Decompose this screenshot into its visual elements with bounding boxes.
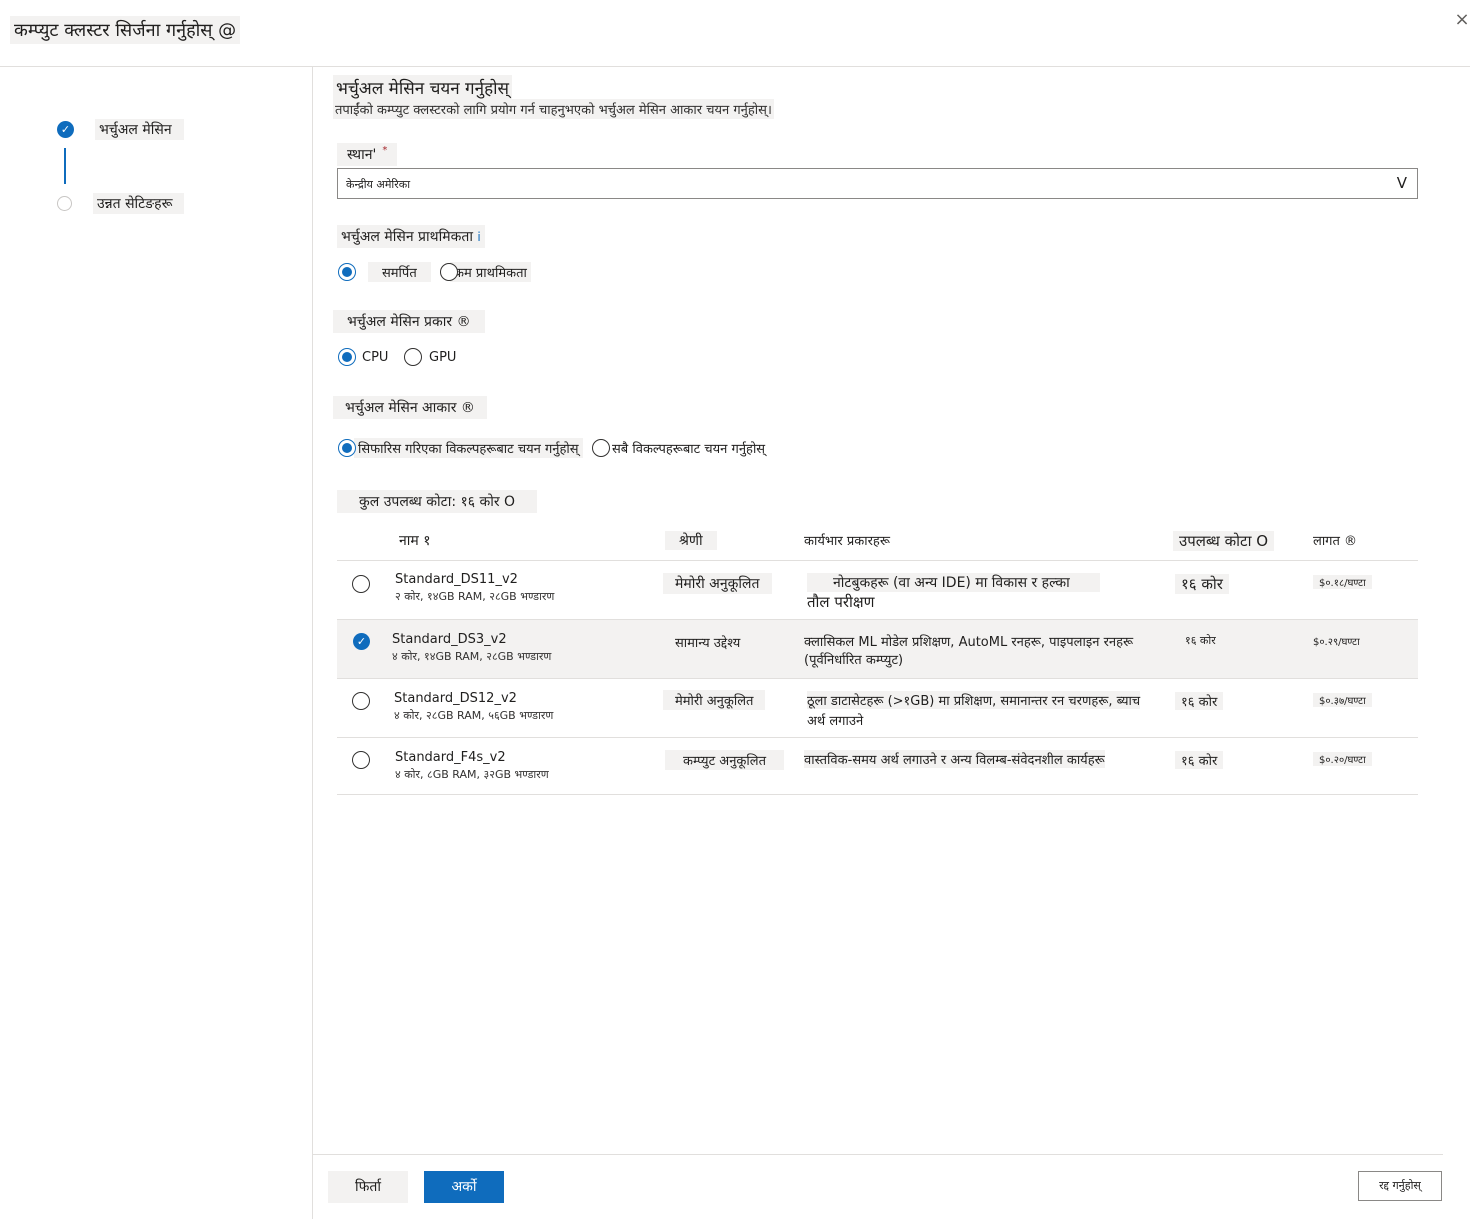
workload-line: वास्तविक-समय अर्थ लगाउने र अन्य विलम्ब-स… (804, 750, 1105, 768)
back-button[interactable]: फिर्ता (328, 1171, 408, 1203)
quota-cell: १६ कोर (1175, 574, 1229, 594)
vm-spec: ४ कोर, ८GB RAM, ३२GB भण्डारण (395, 768, 549, 781)
vm-category: मेमोरी अनुकूलित (663, 573, 772, 594)
dialog-footer: फिर्ता अर्को रद्द गर्नुहोस् (313, 1154, 1443, 1219)
col-header-name[interactable]: नाम १ (399, 531, 431, 550)
quota-cell: १६ कोर (1185, 634, 1216, 647)
vm-spec: २ कोर, १४GB RAM, २८GB भण्डारण (395, 590, 555, 603)
dialog-header: कम्प्युट क्लस्टर सिर्जना गर्नुहोस् @ × (0, 0, 1470, 67)
cost-cell: $०.३७/घण्टा (1313, 693, 1372, 707)
workload-line: तौल परीक्षण (807, 593, 875, 611)
col-header-quota[interactable]: उपलब्ध कोटा O (1173, 531, 1275, 551)
radio-label: CPU (362, 349, 389, 365)
row-radio[interactable] (352, 692, 370, 710)
total-quota: कुल उपलब्ध कोटा: १६ कोर O (337, 490, 538, 513)
workload-line: (पूर्वनिर्धारित कम्प्युट) (804, 653, 904, 668)
section-title: भर्चुअल मेसिन चयन गर्नुहोस् (333, 75, 512, 100)
col-header-workload[interactable]: कार्यभार प्रकारहरू (804, 531, 890, 549)
radio-label: कम प्राथमिकता (450, 262, 531, 282)
workload-line: क्लासिकल ML मोडेल प्रशिक्षण, AutoML रनहर… (804, 632, 1134, 650)
quota-cell: १६ कोर (1175, 692, 1224, 710)
vm-size-table: नाम १ श्रेणी कार्यभार प्रकारहरू उपलब्ध क… (337, 525, 1418, 795)
dialog-title: कम्प्युट क्लस्टर सिर्जना गर्नुहोस् @ (10, 16, 241, 44)
step-label: उन्नत सेटिङहरू (93, 193, 185, 214)
info-icon[interactable]: i (477, 230, 480, 244)
quota-cell: १६ कोर (1175, 751, 1224, 769)
vm-size-label: भर्चुअल मेसिन आकार ® (333, 396, 487, 419)
vm-size-recommended[interactable]: सिफारिस गरिएका विकल्पहरूबाट चयन गर्नुहोस… (338, 438, 583, 458)
priority-label-text: भर्चुअल मेसिन प्राथमिकता (341, 229, 473, 245)
chevron-down-icon: V (1396, 174, 1407, 192)
radio-label: GPU (429, 349, 457, 365)
cancel-button[interactable]: रद्द गर्नुहोस् (1358, 1171, 1442, 1201)
vm-type-gpu[interactable]: GPU (404, 348, 460, 366)
vm-size-all[interactable]: सबै विकल्पहरूबाट चयन गर्नुहोस् (592, 438, 769, 458)
row-radio[interactable] (352, 751, 370, 769)
vm-spec: ४ कोर, १४GB RAM, २८GB भण्डारण (392, 650, 552, 663)
vm-type-label: भर्चुअल मेसिन प्रकार ® (333, 310, 485, 333)
table-header: नाम १ श्रेणी कार्यभार प्रकारहरू उपलब्ध क… (337, 525, 1418, 561)
workload-cell: ठूला डाटासेटहरू (>१GB) मा प्रशिक्षण, समा… (807, 691, 1141, 729)
check-circle-icon: ✓ (57, 121, 74, 138)
radio-label: समर्पित (368, 262, 431, 282)
row-radio[interactable] (352, 575, 370, 593)
step-label: भर्चुअल मेसिन (95, 119, 184, 140)
workload-line: अर्थ लगाउने (807, 714, 864, 729)
next-button[interactable]: अर्को (424, 1171, 504, 1203)
col-header-category[interactable]: श्रेणी (665, 531, 717, 550)
cost-cell: $०.२०/घण्टा (1313, 752, 1372, 766)
radio-button[interactable] (440, 263, 458, 281)
vm-category: मेमोरी अनुकूलित (663, 690, 766, 710)
workload-line: ठूला डाटासेटहरू (>१GB) मा प्रशिक्षण, समा… (807, 691, 1141, 709)
vm-name-cell: Standard_DS3_v2 ४ कोर, १४GB RAM, २८GB भण… (392, 632, 551, 664)
section-subtitle: तपाईंको कम्प्युट क्लस्टरको लागि प्रयोग ग… (333, 99, 774, 119)
vm-category: सामान्य उद्देश्य (663, 632, 753, 652)
table-row-selected[interactable]: ✓ Standard_DS3_v2 ४ कोर, १४GB RAM, २८GB … (337, 620, 1418, 679)
table-row[interactable]: Standard_DS11_v2 २ कोर, १४GB RAM, २८GB भ… (337, 561, 1418, 620)
radio-label: सबै विकल्पहरूबाट चयन गर्नुहोस् (612, 442, 766, 457)
location-dropdown[interactable]: केन्द्रीय अमेरिका V (337, 168, 1418, 199)
vm-name-cell: Standard_F4s_v2 ४ कोर, ८GB RAM, ३२GB भण्… (395, 750, 549, 782)
vm-category: कम्प्युट अनुकूलित (665, 750, 784, 770)
step-virtual-machine[interactable]: ✓ भर्चुअल मेसिन (57, 119, 184, 140)
radio-button[interactable] (338, 348, 356, 366)
radio-button[interactable] (338, 439, 356, 457)
location-label-text: स्थान' (347, 147, 377, 163)
close-icon[interactable]: × (1452, 10, 1470, 30)
priority-low[interactable]: कम प्राथमिकता (440, 262, 531, 282)
workload-line: नोटबुकहरू (वा अन्य IDE) मा विकास र हल्का (807, 573, 1100, 592)
vm-name: Standard_F4s_v2 (395, 750, 506, 765)
vm-name-cell: Standard_DS11_v2 २ कोर, १४GB RAM, २८GB भ… (395, 572, 554, 604)
radio-label: सिफारिस गरिएका विकल्पहरूबाट चयन गर्नुहोस… (354, 438, 583, 458)
main-panel: भर्चुअल मेसिन चयन गर्नुहोस् तपाईंको कम्प… (313, 67, 1470, 1219)
vm-name-cell: Standard_DS12_v2 ४ कोर, २८GB RAM, ५६GB भ… (394, 691, 553, 723)
workload-cell: क्लासिकल ML मोडेल प्रशिक्षण, AutoML रनहर… (804, 632, 1134, 668)
empty-circle-icon (57, 196, 72, 211)
table-row[interactable]: Standard_F4s_v2 ४ कोर, ८GB RAM, ३२GB भण्… (337, 738, 1418, 795)
workload-cell: नोटबुकहरू (वा अन्य IDE) मा विकास र हल्का… (807, 573, 1100, 612)
wizard-steps: ✓ भर्चुअल मेसिन उन्नत सेटिङहरू (0, 67, 313, 1219)
step-connector (64, 148, 66, 184)
vm-spec: ४ कोर, २८GB RAM, ५६GB भण्डारण (394, 709, 554, 722)
col-header-cost[interactable]: लागत ® (1313, 531, 1357, 549)
vm-name: Standard_DS12_v2 (394, 691, 517, 706)
priority-dedicated[interactable]: समर्पित (338, 262, 431, 282)
location-value: केन्द्रीय अमेरिका (346, 178, 411, 191)
step-advanced-settings[interactable]: उन्नत सेटिङहरू (57, 193, 185, 214)
radio-button[interactable] (404, 348, 422, 366)
vm-name: Standard_DS11_v2 (395, 572, 518, 587)
radio-button[interactable] (592, 439, 610, 457)
table-row[interactable]: Standard_DS12_v2 ४ कोर, २८GB RAM, ५६GB भ… (337, 679, 1418, 738)
cost-cell: $०.१८/घण्टा (1313, 575, 1372, 589)
vm-type-cpu[interactable]: CPU (338, 348, 392, 366)
required-mark: * (382, 145, 388, 156)
workload-cell: वास्तविक-समय अर्थ लगाउने र अन्य विलम्ब-स… (804, 750, 1105, 768)
radio-button[interactable] (338, 263, 356, 281)
location-label: स्थान' * (337, 143, 398, 166)
cost-cell: $०.२९/घण्टा (1313, 637, 1360, 648)
priority-label: भर्चुअल मेसिन प्राथमिकता i (337, 225, 485, 248)
check-circle-icon[interactable]: ✓ (353, 633, 370, 650)
vm-name: Standard_DS3_v2 (392, 632, 507, 647)
